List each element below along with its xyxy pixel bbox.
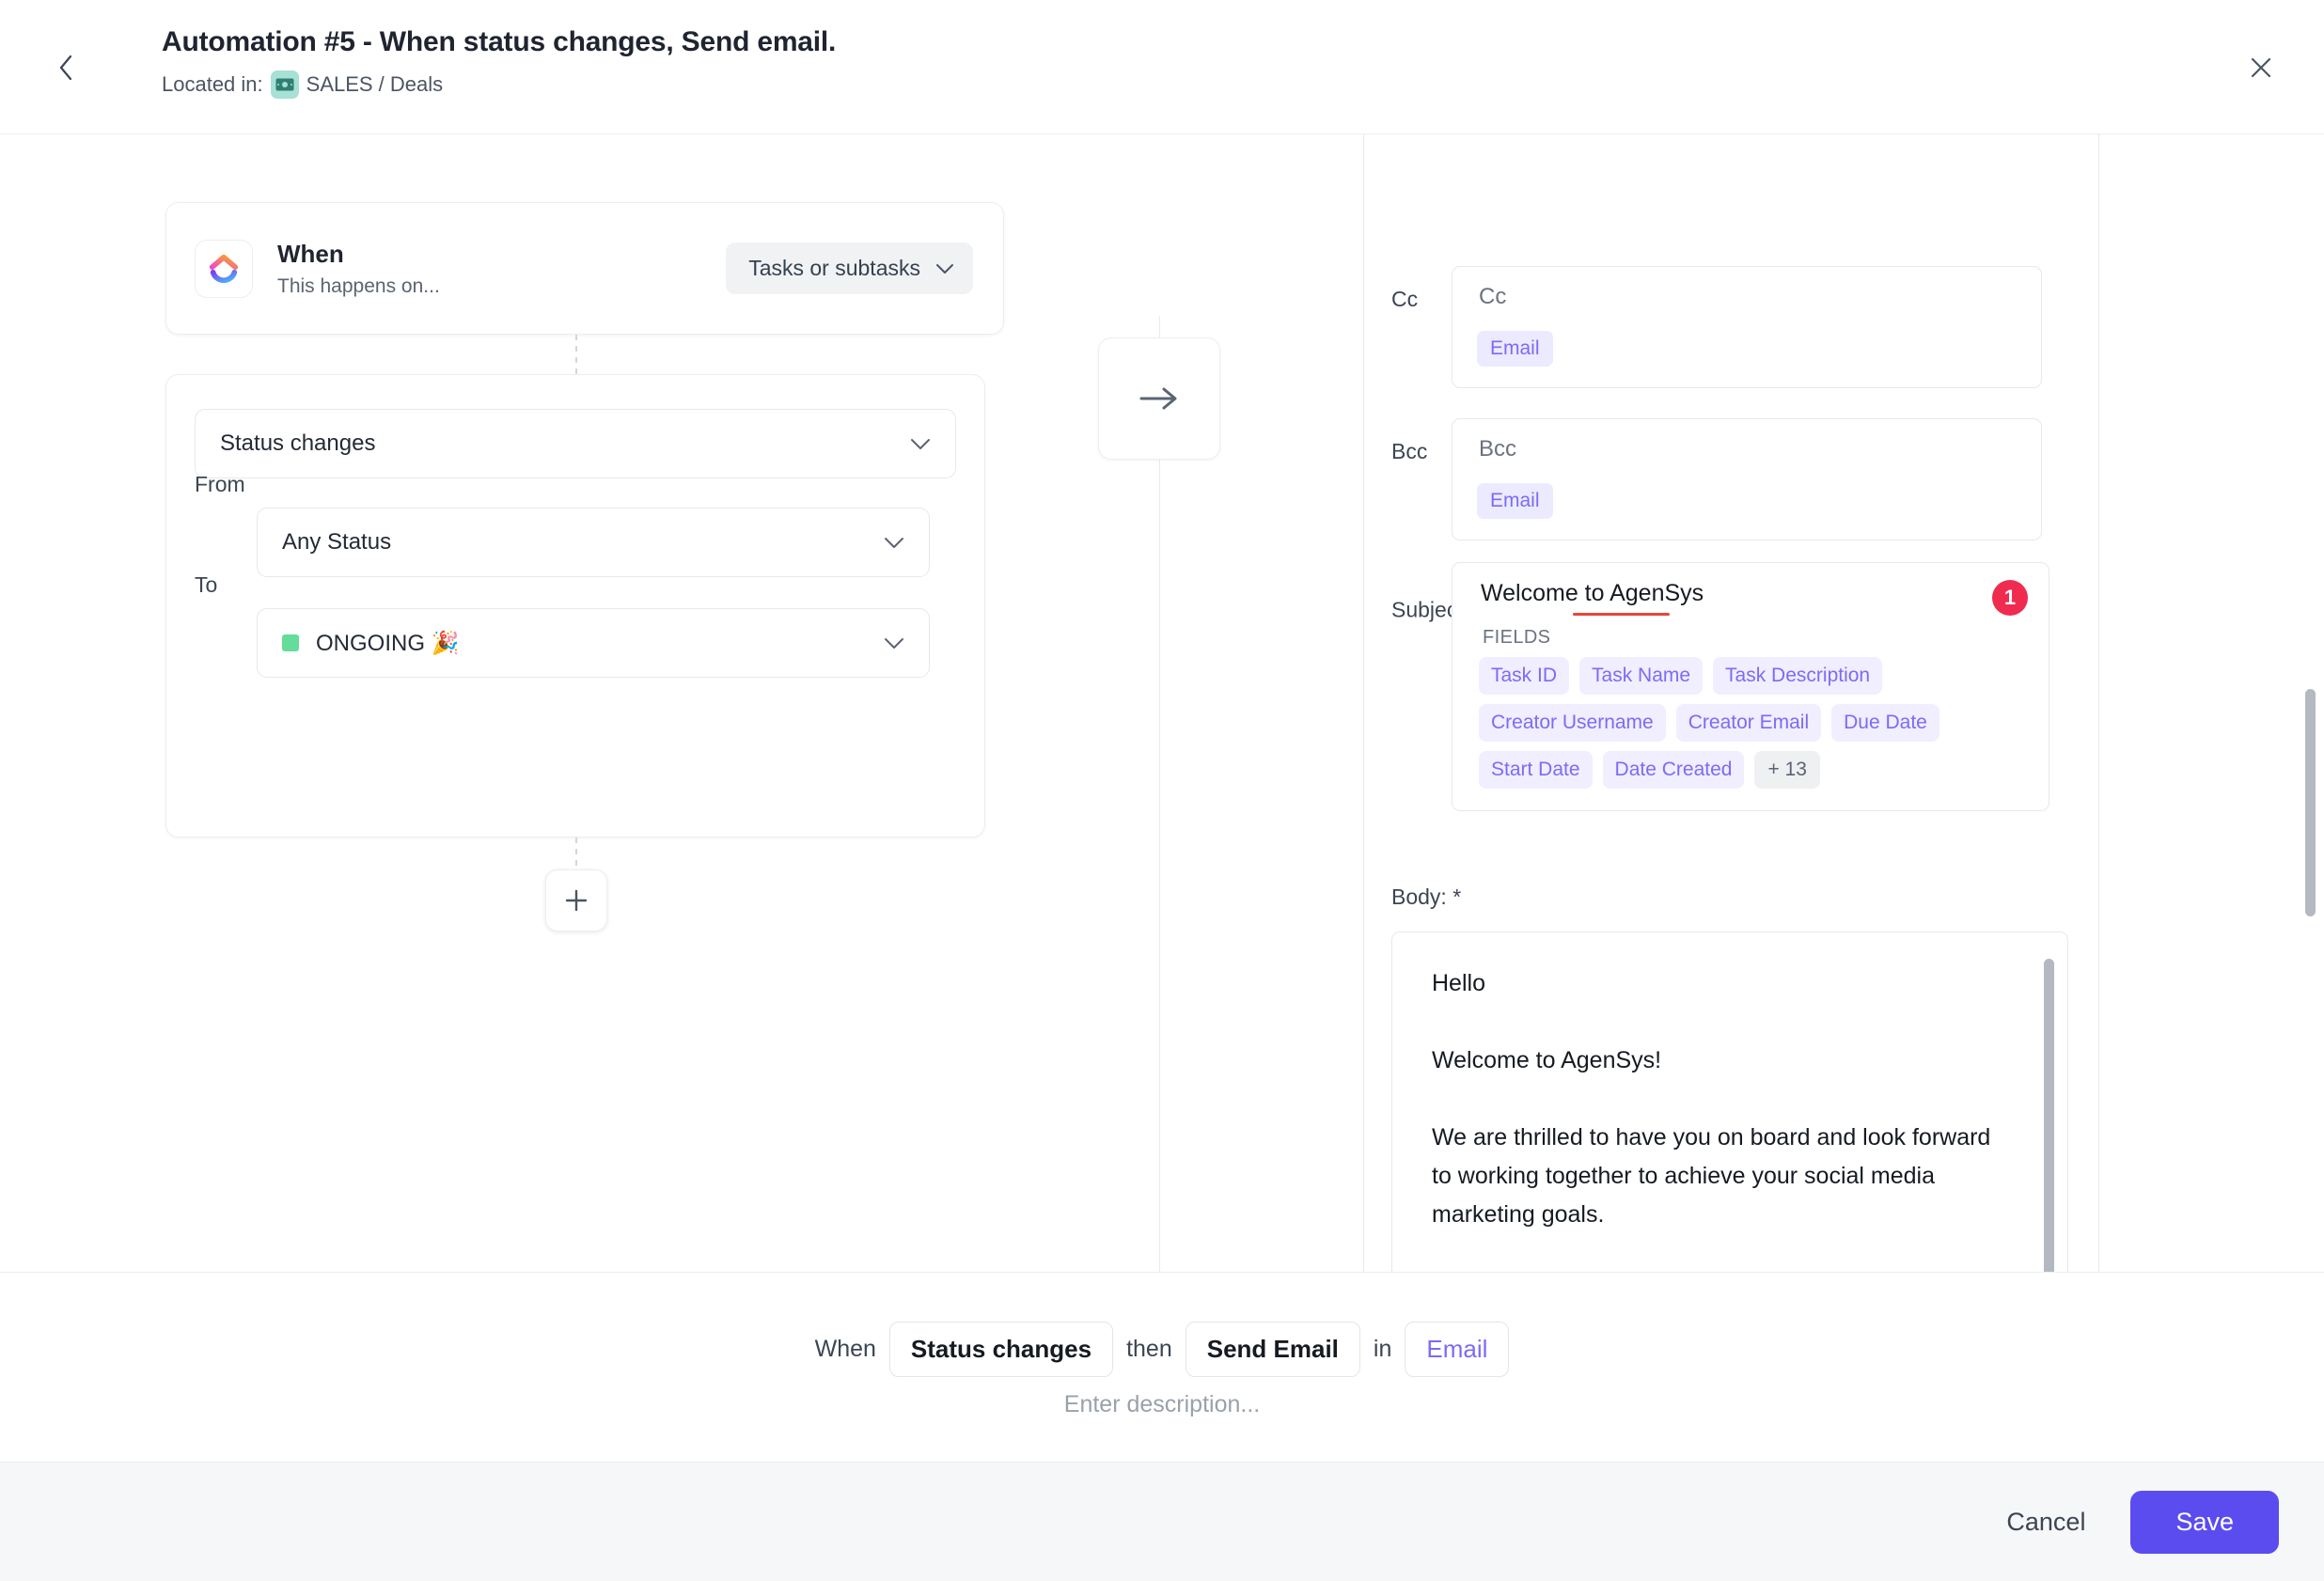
chevron-down-icon <box>884 537 904 549</box>
field-chip[interactable]: Due Date <box>1831 704 1939 742</box>
page-title: Automation #5 - When status changes, Sen… <box>162 24 836 60</box>
close-button[interactable] <box>2240 47 2282 88</box>
clickup-logo-glyph <box>208 253 240 285</box>
field-chip[interactable]: Task Name <box>1579 657 1703 695</box>
summary-target-pill[interactable]: Email <box>1405 1322 1509 1377</box>
located-in-label: Located in: <box>162 72 263 97</box>
connector-line-top <box>575 335 577 374</box>
status-color-swatch <box>282 634 299 651</box>
header-text-block: Automation #5 - When status changes, Sen… <box>162 24 836 99</box>
add-condition-button[interactable] <box>545 869 607 931</box>
to-label: To <box>195 572 217 598</box>
field-chip[interactable]: Task Description <box>1713 657 1882 695</box>
field-chip[interactable]: Date Created <box>1603 751 1745 789</box>
chevron-down-icon <box>910 438 931 450</box>
from-label: From <box>195 472 245 497</box>
cc-email-chip[interactable]: Email <box>1477 331 1553 367</box>
subject-field[interactable]: Welcome to AgenSys 1 FIELDS Task ID Task… <box>1452 562 2049 811</box>
panel-scrollbar[interactable] <box>2305 689 2316 916</box>
spellcheck-underline <box>1573 613 1670 616</box>
summary-trigger-pill[interactable]: Status changes <box>889 1322 1113 1377</box>
from-status-select[interactable]: Any Status <box>257 508 930 577</box>
automation-summary-bar: When Status changes then Send Email in E… <box>0 1272 2324 1462</box>
field-chip[interactable]: Task ID <box>1479 657 1569 695</box>
canvas-divider-right <box>2098 134 2099 1272</box>
field-chip[interactable]: Start Date <box>1479 751 1593 789</box>
to-status-value: ONGOING 🎉 <box>316 630 460 657</box>
money-icon-glyph <box>275 78 294 91</box>
breadcrumb-path[interactable]: SALES / Deals <box>306 72 444 97</box>
cc-field[interactable]: Cc Email <box>1452 266 2042 388</box>
trigger-subtitle: This happens on... <box>277 275 440 298</box>
field-chip[interactable]: Creator Username <box>1479 704 1666 742</box>
event-value: Status changes <box>220 430 375 457</box>
summary-in-word: in <box>1374 1336 1391 1363</box>
bcc-field[interactable]: Bcc Email <box>1452 418 2042 540</box>
close-icon <box>2249 55 2273 80</box>
subject-error-badge[interactable]: 1 <box>1992 580 2028 616</box>
money-icon <box>271 70 299 99</box>
automation-canvas: When This happens on... Tasks or subtask… <box>0 134 2324 1272</box>
subject-value: Welcome to AgenSys <box>1481 580 1704 607</box>
merge-fields-list: Task ID Task Name Task Description Creat… <box>1479 657 2028 789</box>
fields-caption: FIELDS <box>1483 627 1550 649</box>
bcc-placeholder: Bcc <box>1479 436 1516 462</box>
more-fields-chip[interactable]: + 13 <box>1754 751 1819 789</box>
trigger-card[interactable]: When This happens on... Tasks or subtask… <box>165 202 1004 335</box>
chevron-down-icon <box>884 637 904 650</box>
to-status-select[interactable]: ONGOING 🎉 <box>257 608 930 678</box>
send-email-form: Cc Cc Email Bcc Bcc Email Subject* Welco… <box>1363 134 2098 1272</box>
event-select[interactable]: Status changes <box>195 409 956 478</box>
description-input[interactable]: Enter description... <box>0 1391 2324 1418</box>
save-button[interactable]: Save <box>2130 1491 2279 1554</box>
chevron-down-icon <box>935 263 954 274</box>
trigger-title: When <box>277 240 440 268</box>
bcc-email-chip[interactable]: Email <box>1477 483 1553 519</box>
summary-sentence: When Status changes then Send Email in E… <box>0 1322 2324 1377</box>
cc-placeholder: Cc <box>1479 284 1506 310</box>
trigger-card-labels: When This happens on... <box>277 240 440 298</box>
trigger-scope-select[interactable]: Tasks or subtasks <box>726 243 973 294</box>
trigger-scope-value: Tasks or subtasks <box>748 256 920 281</box>
flow-arrow-node[interactable] <box>1098 337 1220 460</box>
body-label: Body: * <box>1391 884 1461 910</box>
field-chip[interactable]: Creator Email <box>1676 704 1821 742</box>
summary-action-pill[interactable]: Send Email <box>1186 1322 1360 1377</box>
condition-card: Status changes From Any Status To ONGOIN… <box>165 374 985 837</box>
summary-when-word: When <box>815 1336 876 1363</box>
breadcrumb: Located in: SALES / Deals <box>162 70 836 99</box>
back-button[interactable] <box>47 49 85 86</box>
cc-label: Cc <box>1391 287 1418 312</box>
plus-icon <box>562 886 590 915</box>
arrow-right-icon <box>1138 384 1180 413</box>
clickup-logo-icon <box>195 240 253 298</box>
modal-footer: Cancel Save <box>0 1462 2324 1581</box>
summary-then-word: then <box>1126 1336 1172 1363</box>
automation-editor-modal: Automation #5 - When status changes, Sen… <box>0 0 2324 1581</box>
bcc-label: Bcc <box>1391 439 1427 464</box>
from-status-value: Any Status <box>282 529 391 556</box>
cancel-button[interactable]: Cancel <box>1999 1495 2093 1550</box>
modal-header: Automation #5 - When status changes, Sen… <box>0 0 2324 134</box>
chevron-left-icon <box>56 53 75 83</box>
connector-line-bottom <box>575 837 577 869</box>
